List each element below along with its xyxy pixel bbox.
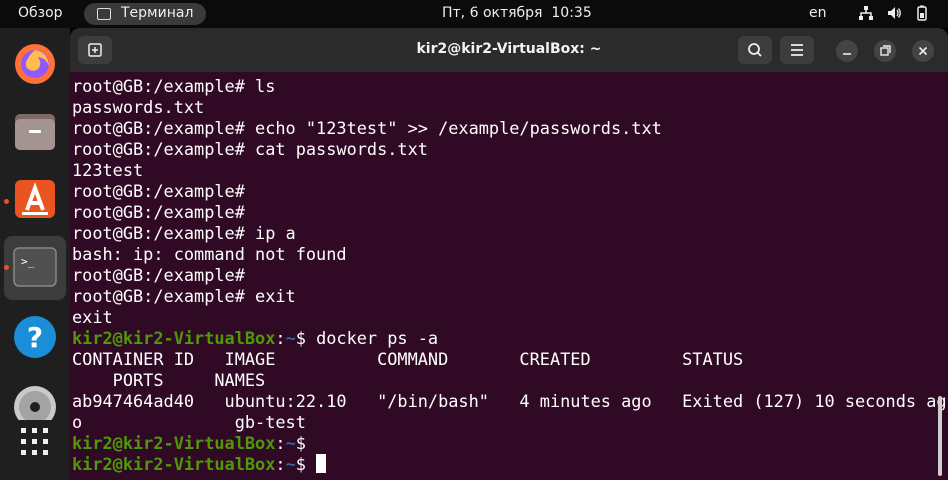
terminal-line-text: root@GB:/example# exit — [72, 286, 296, 306]
terminal-line-text: root@GB:/example# — [72, 181, 245, 201]
terminal-window: kir2@kir2-VirtualBox: ~ root@GB:/example… — [70, 28, 948, 480]
app-grid-icon[interactable] — [12, 420, 58, 466]
terminal-area[interactable]: root@GB:/example# ls passwords.txt root@GB… — [70, 72, 948, 480]
terminal-line-text: exit — [72, 307, 113, 327]
prompt-separator: : — [275, 454, 286, 474]
terminal-output: root@GB:/example# ls passwords.txt root@GB… — [72, 76, 947, 475]
terminal-line-text: bash: ip: command not found — [72, 244, 347, 264]
prompt-user-host: kir2@kir2-VirtualBox — [72, 454, 276, 474]
battery-icon[interactable] — [914, 5, 930, 21]
dock: >_ ? — [0, 28, 70, 480]
terminal-line-text: root@GB:/example# echo "123test" >> /exa… — [72, 118, 662, 138]
prompt-command: $ — [295, 454, 317, 474]
terminal-line-text: ab947464ad40 ubuntu:22.10 "/bin/bash" 4 … — [72, 391, 947, 411]
terminal-line: root@GB:/example# ip a — [72, 223, 947, 244]
firefox-icon[interactable] — [12, 40, 58, 86]
terminal-line: kir2@kir2-VirtualBox:~$ — [72, 433, 947, 454]
text-cursor — [316, 454, 327, 473]
terminal-line: root@GB:/example# — [72, 181, 947, 202]
svg-text:?: ? — [27, 321, 43, 354]
clock[interactable]: Пт, 6 октября 10:35 — [442, 5, 592, 21]
minimize-icon — [843, 53, 851, 55]
language-indicator[interactable]: en — [809, 5, 827, 21]
volume-icon[interactable] — [886, 5, 902, 21]
files-icon[interactable] — [12, 108, 58, 154]
window-header[interactable]: kir2@kir2-VirtualBox: ~ — [70, 28, 948, 72]
scrollbar[interactable] — [938, 396, 942, 476]
terminal-line-text: 123test — [72, 160, 144, 180]
prompt-command: $ docker ps -a — [295, 328, 439, 348]
terminal-line: root@GB:/example# ls — [72, 76, 947, 97]
minimize-button[interactable] — [836, 40, 858, 62]
hamburger-menu-icon — [791, 44, 803, 56]
terminal-line: o gb-test — [72, 412, 947, 433]
prompt-path: ~ — [285, 328, 296, 348]
terminal-line-text: root@GB:/example# cat passwords.txt — [72, 139, 428, 159]
prompt-path: ~ — [285, 433, 296, 453]
restore-icon — [880, 45, 891, 56]
terminal-line: exit — [72, 307, 947, 328]
terminal-line: PORTS NAMES — [72, 370, 947, 391]
activities-button[interactable]: Обзор — [18, 5, 63, 21]
terminal-line-text: root@GB:/example# ls — [72, 76, 276, 96]
prompt-command: $ — [295, 433, 306, 453]
close-button[interactable] — [912, 40, 934, 62]
terminal-line: 123test — [72, 160, 947, 181]
top-bar: Обзор Терминал Пт, 6 октября 10:35 en — [0, 0, 948, 28]
search-button[interactable] — [738, 36, 772, 64]
terminal-line-text: passwords.txt — [72, 97, 205, 117]
terminal-line: root@GB:/example# — [72, 202, 947, 223]
terminal-line: root@GB:/example# cat passwords.txt — [72, 139, 947, 160]
terminal-line: kir2@kir2-VirtualBox:~$ docker ps -a — [72, 328, 947, 349]
terminal-line: CONTAINER ID IMAGE COMMAND CREATED STATU… — [72, 349, 947, 370]
terminal-app-icon — [97, 8, 111, 20]
terminal-line: bash: ip: command not found — [72, 244, 947, 265]
app-center-icon[interactable] — [12, 176, 58, 222]
window-title: kir2@kir2-VirtualBox: ~ — [416, 41, 602, 57]
running-indicator — [4, 265, 9, 270]
prompt-user-host: kir2@kir2-VirtualBox — [72, 433, 276, 453]
app-menu-button[interactable]: Терминал — [84, 3, 206, 25]
terminal-line: root@GB:/example# echo "123test" >> /exa… — [72, 118, 947, 139]
close-icon — [918, 46, 928, 56]
terminal-line: root@GB:/example# — [72, 265, 947, 286]
terminal-line-text: o gb-test — [72, 412, 306, 432]
terminal-line-text: root@GB:/example# — [72, 265, 245, 285]
terminal-line-text: root@GB:/example# — [72, 202, 245, 222]
network-icon[interactable] — [858, 5, 874, 21]
app-name: Терминал — [121, 5, 194, 21]
running-indicator — [4, 199, 9, 204]
prompt-separator: : — [275, 433, 286, 453]
help-icon[interactable]: ? — [12, 314, 58, 360]
terminal-line: root@GB:/example# exit — [72, 286, 947, 307]
terminal-line-text: PORTS NAMES — [72, 370, 266, 390]
terminal-line: ab947464ad40 ubuntu:22.10 "/bin/bash" 4 … — [72, 391, 947, 412]
terminal-line: kir2@kir2-VirtualBox:~$ — [72, 454, 947, 475]
svg-text:>_: >_ — [21, 255, 35, 268]
terminal-line-text: root@GB:/example# ip a — [72, 223, 296, 243]
menu-button[interactable] — [780, 36, 814, 64]
prompt-separator: : — [275, 328, 286, 348]
search-icon — [748, 43, 762, 57]
terminal-line: passwords.txt — [72, 97, 947, 118]
maximize-button[interactable] — [874, 40, 896, 62]
terminal-icon[interactable]: >_ — [12, 244, 58, 290]
prompt-path: ~ — [285, 454, 296, 474]
terminal-line-text: CONTAINER ID IMAGE COMMAND CREATED STATU… — [72, 349, 744, 369]
prompt-user-host: kir2@kir2-VirtualBox — [72, 328, 276, 348]
